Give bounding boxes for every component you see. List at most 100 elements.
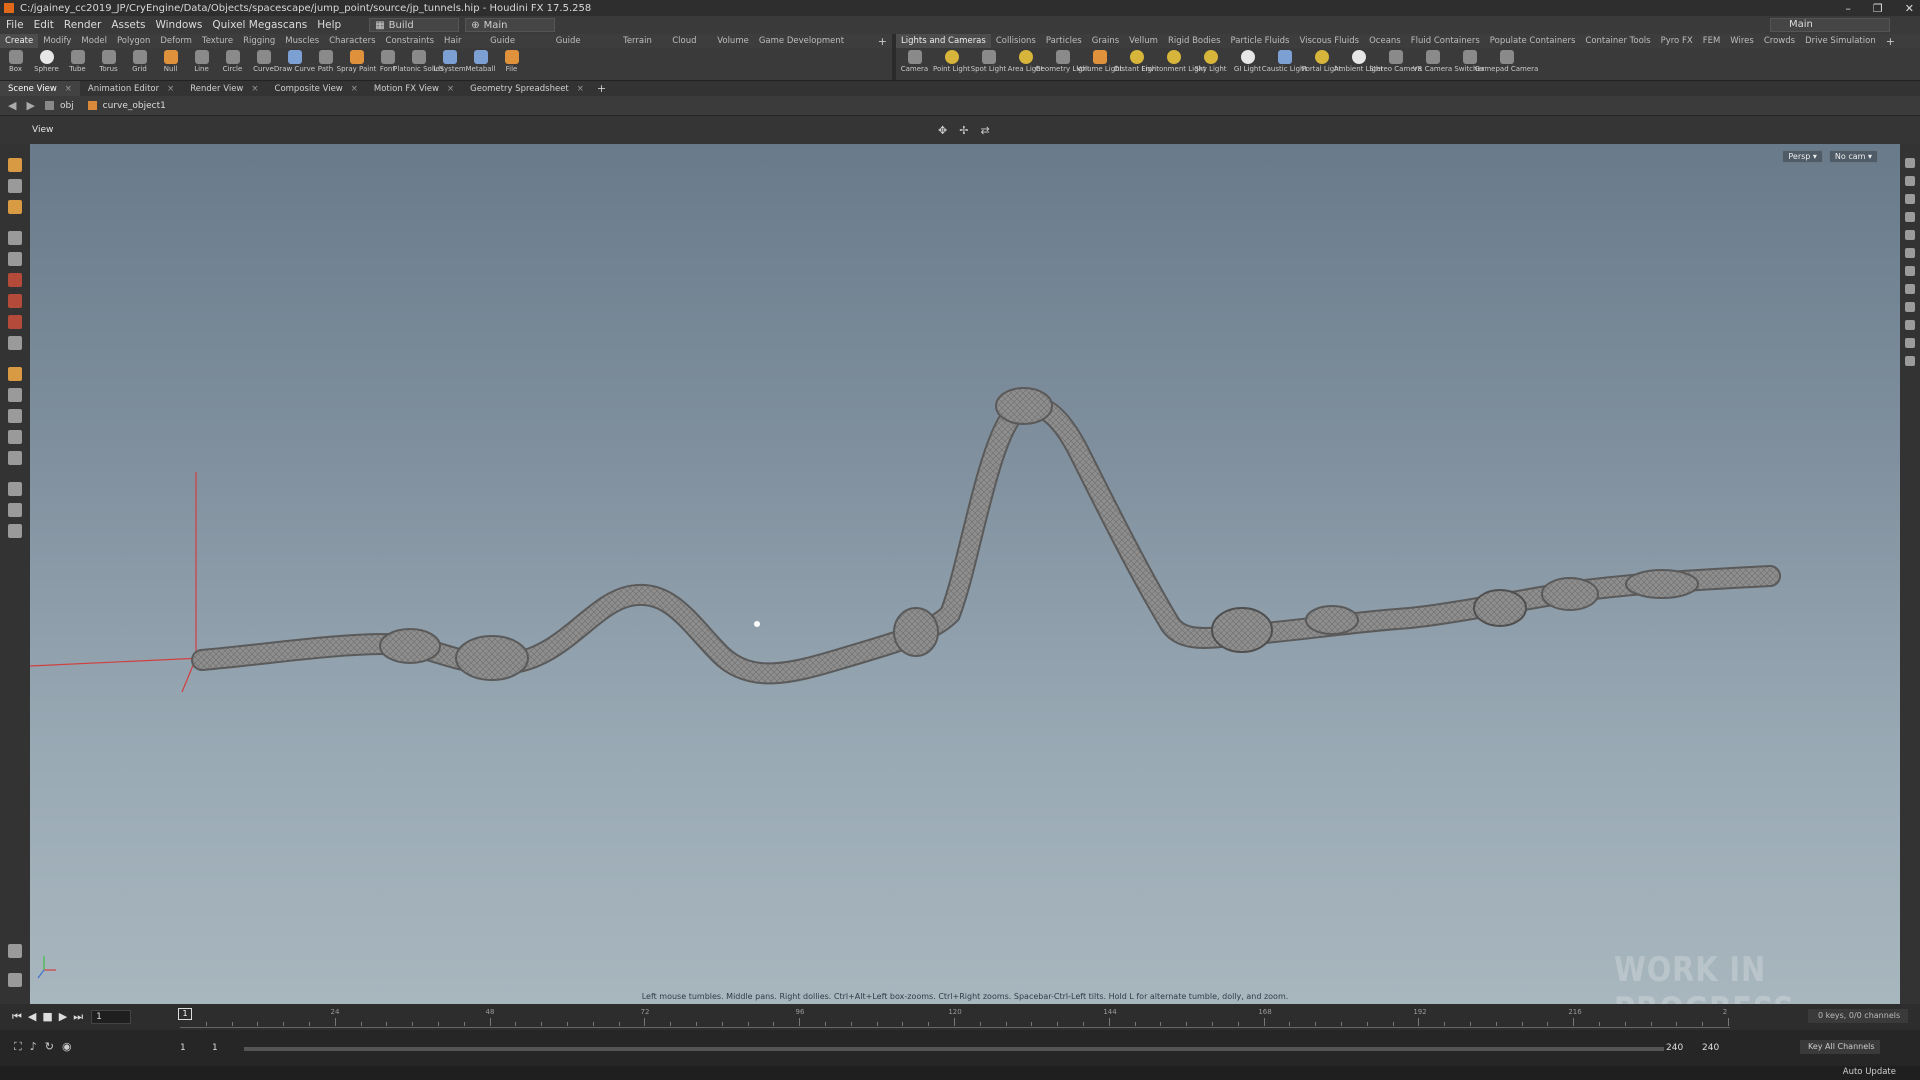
shelf-tab-drive-simulation[interactable]: Drive Simulation: [1800, 34, 1881, 48]
shelf-tab-guide-process[interactable]: Guide Process: [485, 34, 551, 60]
shelf-tab-deform[interactable]: Deform: [155, 34, 197, 48]
back-arrow-icon[interactable]: ◀: [8, 99, 16, 112]
minimize-button[interactable]: –: [1845, 2, 1851, 15]
shelf-tab-particle-fluids[interactable]: Particle Fluids: [1226, 34, 1295, 48]
shelf-tab-hair-utils[interactable]: Hair Utils: [439, 34, 485, 60]
label-icon[interactable]: [1905, 356, 1915, 366]
range-end-field[interactable]: 240: [1666, 1043, 1683, 1053]
snap-point-icon[interactable]: [8, 430, 22, 444]
target-icon[interactable]: [8, 503, 22, 517]
tool-tube[interactable]: Tube: [62, 48, 93, 73]
range-slider[interactable]: [244, 1047, 1664, 1051]
tool-point-light[interactable]: Point Light: [933, 48, 970, 73]
shelf-tab-polygon[interactable]: Polygon: [112, 34, 155, 48]
shelf-tab-container-tools[interactable]: Container Tools: [1580, 34, 1655, 48]
shelf-tab-particles[interactable]: Particles: [1041, 34, 1087, 48]
tab-render-view[interactable]: Render View ×: [182, 81, 266, 97]
shelf-tab-texture[interactable]: Texture: [197, 34, 238, 48]
shelf-tab-characters[interactable]: Characters: [324, 34, 380, 48]
restore-button[interactable]: ❐: [1873, 2, 1883, 15]
close-tab-icon[interactable]: ×: [577, 81, 584, 97]
shelf-tab-fem[interactable]: FEM: [1698, 34, 1726, 48]
tool-box[interactable]: Box: [0, 48, 31, 73]
close-button[interactable]: ✕: [1905, 2, 1914, 15]
tool-camera[interactable]: Camera: [896, 48, 933, 73]
tool-stereo-camera[interactable]: Stereo Camera: [1369, 48, 1422, 73]
menu-assets[interactable]: Assets: [111, 19, 145, 31]
shelf-tab-oceans[interactable]: Oceans: [1364, 34, 1406, 48]
menu-file[interactable]: File: [6, 19, 24, 31]
points-icon[interactable]: [1905, 248, 1915, 258]
scene-viewport[interactable]: Persp ▾ No cam ▾ WORK IN P: [30, 144, 1900, 1004]
forward-arrow-icon[interactable]: ▶: [26, 99, 34, 112]
desktop-select[interactable]: ▦ Build: [369, 18, 460, 32]
tumble-icon[interactable]: ✥: [938, 124, 947, 137]
template-icon[interactable]: [1905, 302, 1915, 312]
range-start2-field[interactable]: 1: [212, 1043, 218, 1053]
stop-icon[interactable]: ■: [42, 1010, 52, 1024]
shelf-tab-fluid-containers[interactable]: Fluid Containers: [1406, 34, 1485, 48]
play-icon[interactable]: ▶: [59, 1010, 67, 1024]
tool-environment-light[interactable]: Environment Light: [1141, 48, 1206, 73]
numbers-icon[interactable]: [1905, 284, 1915, 294]
brush-icon[interactable]: [8, 367, 22, 381]
dolly-icon[interactable]: ⇄: [980, 124, 989, 137]
shelf-tab-modify[interactable]: Modify: [38, 34, 76, 48]
visibility-icon[interactable]: [8, 973, 22, 987]
snap-grid-icon[interactable]: [8, 388, 22, 402]
select-arrow-icon[interactable]: [8, 231, 22, 245]
shelf-tab-cloud-fx[interactable]: Cloud FX: [667, 34, 712, 60]
breadcrumb-node[interactable]: curve_object1: [87, 101, 166, 111]
light-icon[interactable]: [1905, 194, 1915, 204]
move-icon[interactable]: [8, 315, 22, 329]
right-desktop-select[interactable]: Main: [1770, 18, 1890, 32]
menu-windows[interactable]: Windows: [155, 19, 202, 31]
tool-vr-camera[interactable]: VR Camera: [1413, 48, 1452, 73]
menu-render[interactable]: Render: [64, 19, 101, 31]
tool-sky-light[interactable]: Sky Light: [1192, 48, 1229, 73]
shelf-tab-lights-cameras[interactable]: Lights and Cameras: [896, 34, 991, 48]
pin-icon[interactable]: [8, 944, 22, 958]
view-tool-icon[interactable]: [8, 200, 22, 214]
shelf-tab-crowds[interactable]: Crowds: [1759, 34, 1800, 48]
normals-icon[interactable]: [1905, 266, 1915, 276]
tool-sphere[interactable]: Sphere: [31, 48, 62, 73]
menu-quixel[interactable]: Quixel Megascans: [212, 19, 307, 31]
close-tab-icon[interactable]: ×: [447, 81, 454, 97]
tool-circle[interactable]: Circle: [217, 48, 248, 73]
breadcrumb-obj[interactable]: obj: [44, 101, 74, 111]
tool-line[interactable]: Line: [186, 48, 217, 73]
tab-scene-view[interactable]: Scene View ×: [0, 80, 80, 97]
add-pane-tab-button[interactable]: +: [592, 82, 611, 95]
tool-null[interactable]: Null: [155, 48, 186, 73]
shelf-tab-populate-containers[interactable]: Populate Containers: [1485, 34, 1581, 48]
main-view-select[interactable]: ⊕ Main: [465, 18, 556, 32]
close-tab-icon[interactable]: ×: [65, 81, 72, 97]
menu-edit[interactable]: Edit: [34, 19, 54, 31]
auto-update-menu[interactable]: Auto Update: [1843, 1067, 1896, 1077]
shelf-tab-rigid-bodies[interactable]: Rigid Bodies: [1163, 34, 1226, 48]
frame-cursor[interactable]: 1: [178, 1008, 192, 1020]
pose-icon[interactable]: [8, 336, 22, 350]
audio-icon[interactable]: ♪: [30, 1040, 37, 1054]
range-start-field[interactable]: 1: [180, 1043, 186, 1053]
skip-start-icon[interactable]: ⏮: [12, 1010, 22, 1024]
shelf-tab-terrain-fx[interactable]: Terrain FX: [618, 34, 667, 60]
camera-view-icon[interactable]: [8, 482, 22, 496]
lock-camera-icon[interactable]: [1905, 176, 1915, 186]
loop-icon[interactable]: ↻: [45, 1040, 54, 1054]
tool-gamepad-camera[interactable]: Gamepad Camera: [1475, 48, 1538, 73]
tab-animation-editor[interactable]: Animation Editor ×: [80, 81, 182, 97]
shelf-tab-guide-brushes[interactable]: Guide Brushes: [551, 34, 618, 60]
shelf-tab-game-dev[interactable]: Game Development Toolset: [754, 34, 873, 60]
lock-icon[interactable]: [8, 252, 22, 266]
tool-metaball[interactable]: Metaball: [465, 48, 496, 73]
scale-icon[interactable]: [8, 273, 22, 287]
tab-motion-fx-view[interactable]: Motion FX View ×: [366, 81, 462, 97]
menu-help[interactable]: Help: [317, 19, 341, 31]
key-all-channels-button[interactable]: Key All Channels: [1800, 1040, 1880, 1054]
shelf-tab-rigging[interactable]: Rigging: [238, 34, 280, 48]
skip-end-icon[interactable]: ⏭: [73, 1010, 83, 1024]
tool-torus[interactable]: Torus: [93, 48, 124, 73]
tool-draw-curve[interactable]: Draw Curve: [274, 48, 315, 73]
